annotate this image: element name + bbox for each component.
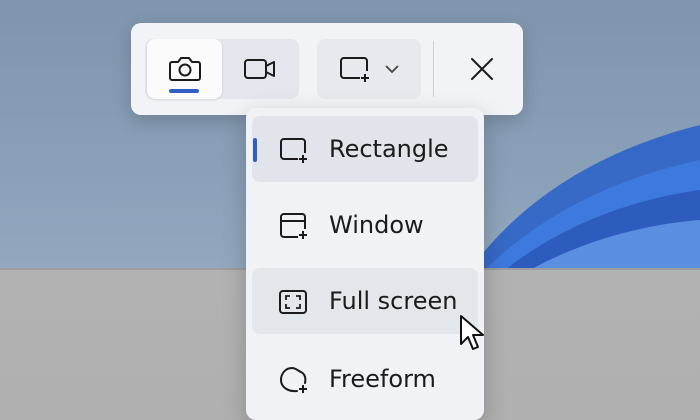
menu-item-label: Freeform bbox=[329, 365, 436, 393]
rectangle-snip-icon bbox=[280, 138, 307, 163]
chevron-down-icon bbox=[385, 65, 399, 74]
toolbar-divider bbox=[433, 41, 434, 97]
window-snip-icon bbox=[280, 213, 307, 239]
close-button[interactable] bbox=[453, 39, 511, 99]
menu-item-freeform[interactable]: Freeform bbox=[252, 346, 478, 412]
fullscreen-snip-icon bbox=[279, 290, 307, 314]
close-icon bbox=[471, 58, 493, 80]
record-mode-button[interactable] bbox=[222, 39, 297, 99]
screenshot-mode-button[interactable] bbox=[147, 39, 222, 99]
menu-item-label: Rectangle bbox=[329, 135, 449, 163]
menu-item-label: Window bbox=[329, 211, 424, 239]
camera-icon bbox=[168, 57, 201, 81]
menu-item-rectangle[interactable]: Rectangle bbox=[252, 116, 478, 182]
active-mode-indicator bbox=[169, 89, 199, 93]
selected-indicator bbox=[253, 138, 257, 162]
rectangle-snip-icon bbox=[340, 57, 369, 82]
snip-shape-dropdown[interactable] bbox=[317, 39, 421, 99]
capture-mode-toggle bbox=[145, 39, 299, 99]
snipping-toolbar bbox=[131, 23, 523, 115]
snip-shape-menu: Rectangle Window Full screen Freeform bbox=[246, 108, 484, 420]
menu-item-label: Full screen bbox=[329, 287, 458, 315]
menu-item-window[interactable]: Window bbox=[252, 192, 478, 258]
video-camera-icon bbox=[243, 59, 275, 79]
menu-item-full-screen[interactable]: Full screen bbox=[252, 268, 478, 334]
freeform-snip-icon bbox=[279, 366, 307, 393]
